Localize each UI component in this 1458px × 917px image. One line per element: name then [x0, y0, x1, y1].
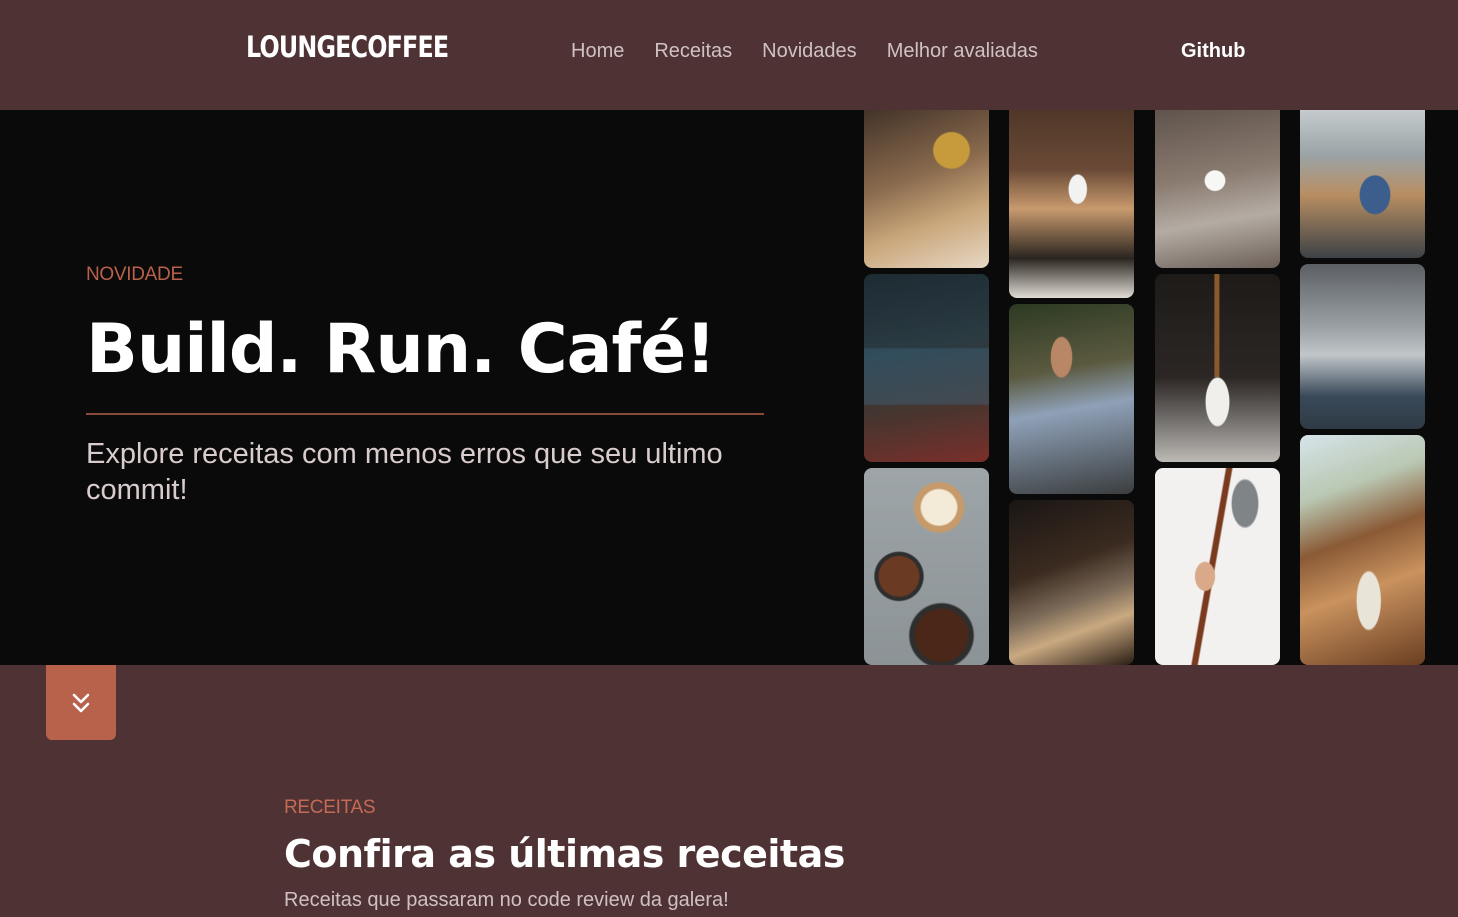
receitas-title: Confira as últimas receitas: [284, 832, 845, 876]
window-desk-coffee-photo: [1300, 435, 1425, 665]
developer-laptop-photo: [864, 274, 989, 462]
hero-subtitle: Explore receitas com menos erros que seu…: [86, 438, 723, 506]
nav-novidades[interactable]: Novidades: [762, 40, 857, 63]
hero-section: NOVIDADE Build. Run. Café! Explore recei…: [0, 110, 1458, 665]
nav-home[interactable]: Home: [571, 40, 624, 63]
hero-divider: [86, 413, 764, 415]
nav-melhor-avaliadas[interactable]: Melhor avaliadas: [887, 40, 1038, 63]
baristas-machine-photo: [1300, 264, 1425, 429]
man-laptop-coffee-photo: [1009, 304, 1134, 494]
github-link[interactable]: Github: [1181, 40, 1245, 63]
steaming-cup-hand-photo: [1155, 110, 1280, 268]
milk-pitcher-pour-photo: [1155, 468, 1280, 665]
main-nav: Home Receitas Novidades Melhor avaliadas: [571, 40, 1038, 63]
woman-drinking-coffee-photo: [1009, 110, 1134, 298]
site-logo[interactable]: LOUNGECOFFEE: [246, 30, 449, 64]
scroll-down-button[interactable]: [46, 665, 116, 740]
chevrons-down-icon: [72, 693, 90, 712]
latte-art-pour-photo: [1009, 500, 1134, 665]
nav-receitas[interactable]: Receitas: [654, 40, 732, 63]
photo-gallery: [864, 110, 1426, 665]
hero-title: Build. Run. Café!: [86, 310, 716, 389]
receitas-kicker: RECEITAS: [284, 797, 376, 818]
hero-kicker: NOVIDADE: [86, 264, 183, 285]
office-team-photo: [1300, 110, 1425, 258]
receitas-subtitle: Receitas que passaram no code review da …: [284, 889, 729, 911]
coffee-beans-portafilter-photo: [864, 468, 989, 665]
site-header: LOUNGECOFFEE Home Receitas Novidades Mel…: [0, 0, 1458, 110]
coffee-pour-cup-photo: [1155, 274, 1280, 462]
barista-woman-photo: [864, 110, 989, 268]
